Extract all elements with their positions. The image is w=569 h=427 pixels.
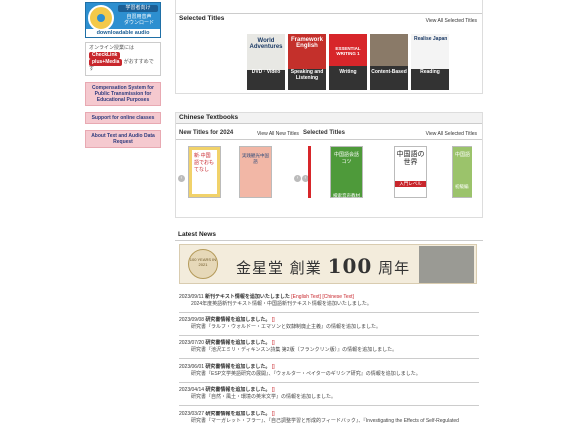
news-title[interactable]: 研究書情報を追加しました。 bbox=[205, 340, 270, 346]
book-sel-0[interactable] bbox=[308, 146, 311, 198]
view-all-chinese-selected-link[interactable]: View All Selected Titles bbox=[426, 131, 477, 137]
news-item: 2023/04/14 研究書情報を追加しました。 [] 研究書『自然・風土・環境… bbox=[179, 387, 479, 406]
panel-top-strip bbox=[176, 0, 482, 14]
100-years-badge: 100 YEARS IN 2021 bbox=[188, 249, 218, 279]
plusmedia-badge[interactable]: plus+Media bbox=[89, 59, 123, 66]
news-title[interactable]: 研究書情報を追加しました。 bbox=[205, 411, 270, 417]
audio-banner-text: 自習用音声 ダウンロード bbox=[123, 14, 154, 26]
compensation-link[interactable]: Compensation System for Public Transmiss… bbox=[85, 82, 161, 106]
selected-titles-heading: Selected Titles bbox=[179, 15, 225, 22]
news-links[interactable]: [] bbox=[272, 340, 275, 346]
prev-arrow-new[interactable]: ‹ bbox=[178, 175, 185, 182]
book-sel-1[interactable]: 中国語会話 コツ 検索音声教材 bbox=[330, 146, 363, 198]
news-title[interactable]: 研究書情報を追加しました。 bbox=[205, 364, 270, 370]
anniversary-text: 金星堂 創業 100 周年 bbox=[236, 254, 411, 278]
book-new-2[interactable]: 実践観光中国語 bbox=[239, 146, 272, 198]
audio-banner-label: downloadable audio bbox=[86, 29, 160, 37]
selected-titles-panel: Selected Titles View All Selected Titles… bbox=[175, 0, 483, 94]
news-title[interactable]: 新刊テキスト情報を追加いたしました bbox=[205, 294, 290, 300]
book-sel-3[interactable]: 中国語 初級編 bbox=[452, 146, 472, 198]
founder-photo bbox=[419, 246, 474, 283]
news-links[interactable]: [] bbox=[272, 411, 275, 417]
news-item: 2023/07/20 研究書情報を追加しました。 [] 研究書『池沢エミリ・ディ… bbox=[179, 340, 479, 359]
sidebar: 学習者向け 自習用音声 ダウンロード downloadable audio オン… bbox=[85, 2, 161, 148]
audio-download-banner[interactable]: 学習者向け 自習用音声 ダウンロード downloadable audio bbox=[85, 2, 161, 38]
news-item: 2023/09/11 新刊テキスト情報を追加いたしました [English Te… bbox=[179, 294, 479, 313]
book-new-1[interactable]: 新·中国語でおもてなし bbox=[188, 146, 221, 198]
next-arrow-new[interactable]: › bbox=[294, 175, 301, 182]
latest-news-heading: Latest News bbox=[175, 230, 483, 241]
news-item: 2023/03/27 研究書情報を追加しました。 [] 研究書『マーガレット・フ… bbox=[179, 411, 459, 424]
news-title[interactable]: 研究書情報を追加しました。 bbox=[205, 387, 270, 393]
category-content-based[interactable]: Content-Based bbox=[370, 34, 408, 90]
view-all-new-link[interactable]: View All New Titles bbox=[257, 131, 299, 137]
news-links[interactable]: [] bbox=[272, 364, 275, 370]
online-classes-box[interactable]: オンライン授業には CheckLink plus+Media がおすすめです bbox=[85, 42, 161, 76]
category-dvd-video[interactable]: World Adventures DVD · Video bbox=[247, 34, 285, 90]
news-links[interactable]: [] bbox=[272, 317, 275, 323]
cd-icon bbox=[88, 5, 114, 31]
category-writing[interactable]: ESSENTIAL WRITING 1 Writing bbox=[329, 34, 367, 90]
chinese-textbooks-heading: Chinese Textbooks bbox=[176, 113, 482, 124]
new-titles-heading: New Titles for 2024 bbox=[179, 130, 234, 136]
chinese-selected-heading: Selected Titles bbox=[303, 130, 345, 136]
book-sel-2[interactable]: 中国語の世界 入門レベル bbox=[394, 146, 427, 198]
online-text-1: オンライン授業には bbox=[89, 45, 135, 51]
data-request-link[interactable]: About Text and Audio Data Request bbox=[85, 130, 161, 148]
online-support-link[interactable]: Support for online classes bbox=[85, 112, 161, 124]
news-links[interactable]: [] bbox=[272, 387, 275, 393]
news-item: 2023/09/08 研究書情報を追加しました。 [] 研究書『ラルフ・ウォルド… bbox=[179, 317, 479, 336]
news-links[interactable]: [English Text] [Chinese Text] bbox=[291, 294, 354, 300]
news-item: 2023/06/01 研究書情報を追加しました。 [] 研究書『ESP文学英語研… bbox=[179, 364, 479, 383]
news-title[interactable]: 研究書情報を追加しました。 bbox=[205, 317, 270, 323]
checklink-badge[interactable]: CheckLink bbox=[89, 52, 121, 59]
latest-news-section: Latest News 100 YEARS IN 2021 金星堂 創業 100… bbox=[175, 230, 483, 424]
category-speaking-listening[interactable]: Framework English Speaking and Listening bbox=[288, 34, 326, 90]
anniversary-banner[interactable]: 100 YEARS IN 2021 金星堂 創業 100 周年 bbox=[179, 244, 477, 284]
chinese-textbooks-panel: Chinese Textbooks New Titles for 2024 Vi… bbox=[175, 112, 483, 218]
audio-banner-top: 学習者向け bbox=[118, 5, 158, 12]
view-all-selected-link[interactable]: View All Selected Titles bbox=[426, 18, 477, 24]
category-reading[interactable]: Realise Japan Reading bbox=[411, 34, 449, 90]
